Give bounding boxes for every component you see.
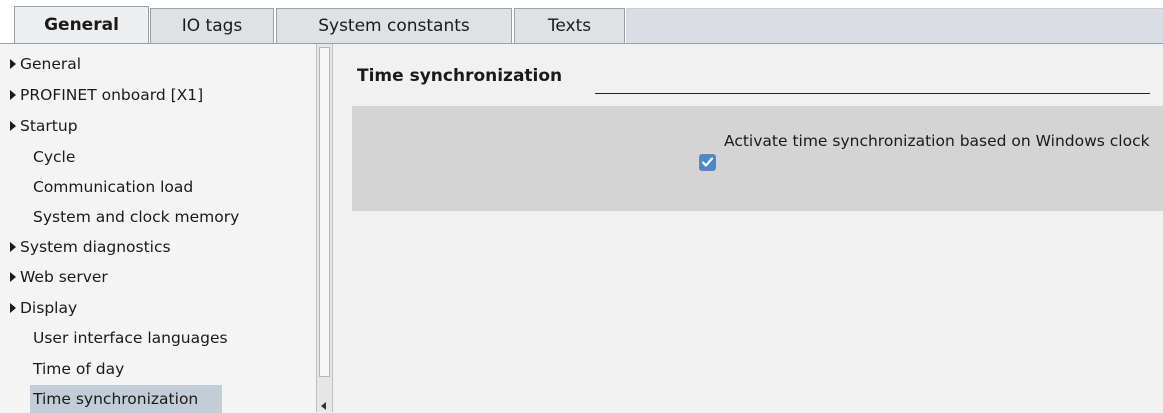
tab-label: System constants <box>318 16 470 36</box>
checkmark-icon <box>701 157 714 167</box>
scrollbar-thumb[interactable] <box>319 47 330 377</box>
nav-item-label: Display <box>20 299 78 317</box>
expand-arrow-icon[interactable] <box>10 121 16 131</box>
nav-item-label: Communication load <box>33 178 194 196</box>
nav-item-display[interactable]: Display <box>0 294 316 322</box>
nav-item-time-of-day[interactable]: Time of day <box>0 355 316 383</box>
tab-label: General <box>44 15 119 35</box>
section-title: Time synchronization <box>357 66 563 86</box>
nav-item-profinet-onboard[interactable]: PROFINET onboard [X1] <box>0 81 316 109</box>
nav-item-label: User interface languages <box>33 329 228 347</box>
time-sync-checkbox[interactable] <box>699 154 716 171</box>
nav-item-label: System and clock memory <box>33 208 240 226</box>
nav-item-system-and-clock-memory[interactable]: System and clock memory <box>0 203 316 231</box>
nav-item-label: Time of day <box>33 360 125 378</box>
nav-item-label: PROFINET onboard [X1] <box>20 86 204 104</box>
settings-panel: Activate time synchronization based on W… <box>352 106 1163 211</box>
tab-bar: General IO tags System constants Texts <box>0 0 1163 45</box>
nav-item-label: Web server <box>20 268 108 286</box>
tab-general[interactable]: General <box>14 6 149 44</box>
nav-item-label: Cycle <box>33 148 76 166</box>
section-divider <box>595 93 1150 94</box>
main-content: Time synchronization Activate time synch… <box>333 44 1163 412</box>
nav-item-label: Time synchronization <box>33 390 199 408</box>
nav-item-label: Startup <box>20 117 78 135</box>
nav-item-label: General <box>20 55 82 73</box>
nav-item-general[interactable]: General <box>0 50 316 78</box>
tab-io-tags[interactable]: IO tags <box>150 8 274 43</box>
nav-item-web-server[interactable]: Web server <box>0 263 316 291</box>
tab-label: IO tags <box>181 16 243 36</box>
sidebar-navigation: General PROFINET onboard [X1] Startup Cy… <box>0 44 317 413</box>
expand-arrow-icon[interactable] <box>10 272 16 282</box>
tab-texts[interactable]: Texts <box>514 8 625 43</box>
tab-strip-background <box>626 8 1163 45</box>
nav-item-time-synchronization[interactable]: Time synchronization <box>30 385 222 413</box>
nav-item-system-diagnostics[interactable]: System diagnostics <box>0 233 316 261</box>
expand-arrow-icon[interactable] <box>10 303 16 313</box>
nav-item-cycle[interactable]: Cycle <box>0 143 316 171</box>
nav-item-label: System diagnostics <box>20 238 171 256</box>
scroll-arrow-icon[interactable] <box>321 402 326 410</box>
sidebar-scrollbar[interactable] <box>316 44 333 412</box>
nav-item-user-interface-languages[interactable]: User interface languages <box>0 324 316 352</box>
expand-arrow-icon[interactable] <box>10 242 16 252</box>
tab-label: Texts <box>547 16 592 36</box>
nav-item-communication-load[interactable]: Communication load <box>0 173 316 201</box>
nav-item-startup[interactable]: Startup <box>0 112 316 140</box>
time-sync-label[interactable]: Activate time synchronization based on W… <box>724 130 1154 152</box>
tab-system-constants[interactable]: System constants <box>276 8 512 43</box>
expand-arrow-icon[interactable] <box>10 90 16 100</box>
expand-arrow-icon[interactable] <box>10 59 16 69</box>
